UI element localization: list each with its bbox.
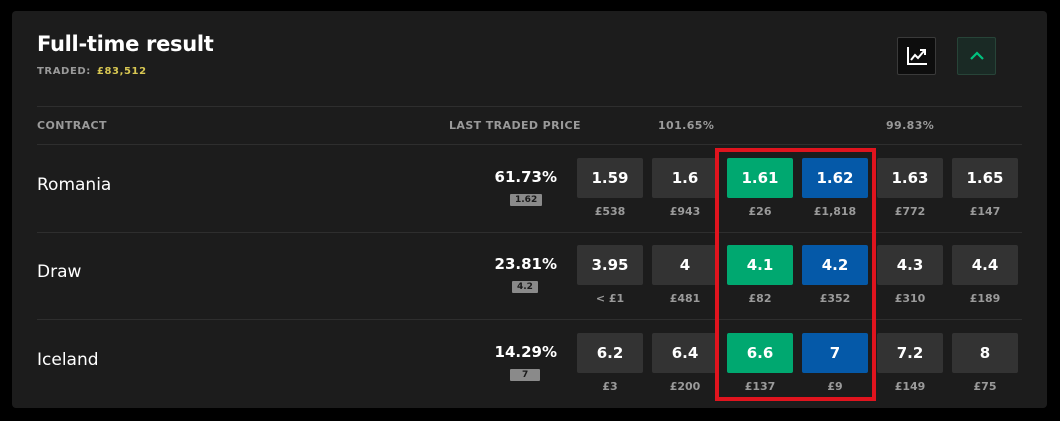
price-volume: £943	[669, 205, 701, 218]
market-panel: Full-time result TRADED: £83,512 CONTRACT…	[12, 11, 1047, 408]
last-traded-price-badge: 1.62	[510, 194, 543, 206]
runner-probability: 14.29%	[494, 343, 557, 361]
price-volume: £9	[827, 380, 843, 393]
best-lay-price[interactable]: 7	[802, 333, 868, 373]
price-volume: £352	[819, 292, 851, 305]
price-volume: £200	[669, 380, 701, 393]
price-back-2[interactable]: 6.4	[652, 333, 718, 373]
runner-row-romania: Romania 61.73% 1.62 1.59 £538 1.6 £943 1…	[12, 145, 1047, 232]
best-back-price[interactable]: 4.1	[727, 245, 793, 285]
header-contract: CONTRACT	[37, 119, 107, 132]
price-lay-2[interactable]: 4.3	[877, 245, 943, 285]
price-volume: £82	[748, 292, 772, 305]
collapse-button[interactable]	[957, 37, 996, 75]
price-back-2[interactable]: 4	[652, 245, 718, 285]
price-lay-2[interactable]: 1.63	[877, 158, 943, 198]
price-lay-3[interactable]: 1.65	[952, 158, 1018, 198]
best-lay-price[interactable]: 1.62	[802, 158, 868, 198]
runner-probability: 61.73%	[494, 168, 557, 186]
market-title: Full-time result	[37, 32, 214, 56]
price-volume: £147	[969, 205, 1001, 218]
best-back-price[interactable]: 6.6	[727, 333, 793, 373]
price-volume: £310	[894, 292, 926, 305]
price-back-3[interactable]: 1.59	[577, 158, 643, 198]
line-chart-icon	[906, 47, 927, 65]
price-volume: £189	[969, 292, 1001, 305]
price-volume: £75	[973, 380, 997, 393]
price-back-3[interactable]: 6.2	[577, 333, 643, 373]
traded-label: TRADED:	[37, 66, 91, 77]
price-lay-3[interactable]: 4.4	[952, 245, 1018, 285]
traded-amount: £83,512	[96, 66, 147, 77]
runner-row-draw: Draw 23.81% 4.2 3.95 < £1 4 £481 4.1 £82…	[12, 232, 1047, 319]
traded-info: TRADED: £83,512	[37, 66, 147, 77]
best-back-price[interactable]: 1.61	[727, 158, 793, 198]
price-volume: £1,818	[813, 205, 857, 218]
best-lay-price[interactable]: 4.2	[802, 245, 868, 285]
price-volume: £26	[748, 205, 772, 218]
price-volume: £149	[894, 380, 926, 393]
header-back-overround: 101.65%	[658, 119, 715, 132]
price-volume: £772	[894, 205, 926, 218]
runner-name: Iceland	[37, 350, 99, 370]
runner-probability: 23.81%	[494, 255, 557, 273]
price-lay-2[interactable]: 7.2	[877, 333, 943, 373]
header-lay-overround: 99.83%	[886, 119, 935, 132]
price-volume: £481	[669, 292, 701, 305]
last-traded-price-badge: 4.2	[512, 281, 538, 293]
runner-name: Draw	[37, 262, 82, 282]
price-lay-3[interactable]: 8	[952, 333, 1018, 373]
chart-button[interactable]	[897, 37, 936, 75]
last-traded-price-badge: 7	[510, 369, 541, 381]
divider	[37, 106, 1022, 107]
runner-name: Romania	[37, 175, 112, 195]
chevron-up-icon	[969, 51, 984, 60]
price-volume: £538	[594, 205, 626, 218]
price-back-2[interactable]: 1.6	[652, 158, 718, 198]
header-last-traded-price: LAST TRADED PRICE	[449, 119, 581, 132]
price-volume: < £1	[595, 292, 625, 305]
price-volume: £137	[744, 380, 776, 393]
price-volume: £3	[602, 380, 618, 393]
price-back-3[interactable]: 3.95	[577, 245, 643, 285]
runner-row-iceland: Iceland 14.29% 7 6.2 £3 6.4 £200 6.6 £13…	[12, 320, 1047, 407]
